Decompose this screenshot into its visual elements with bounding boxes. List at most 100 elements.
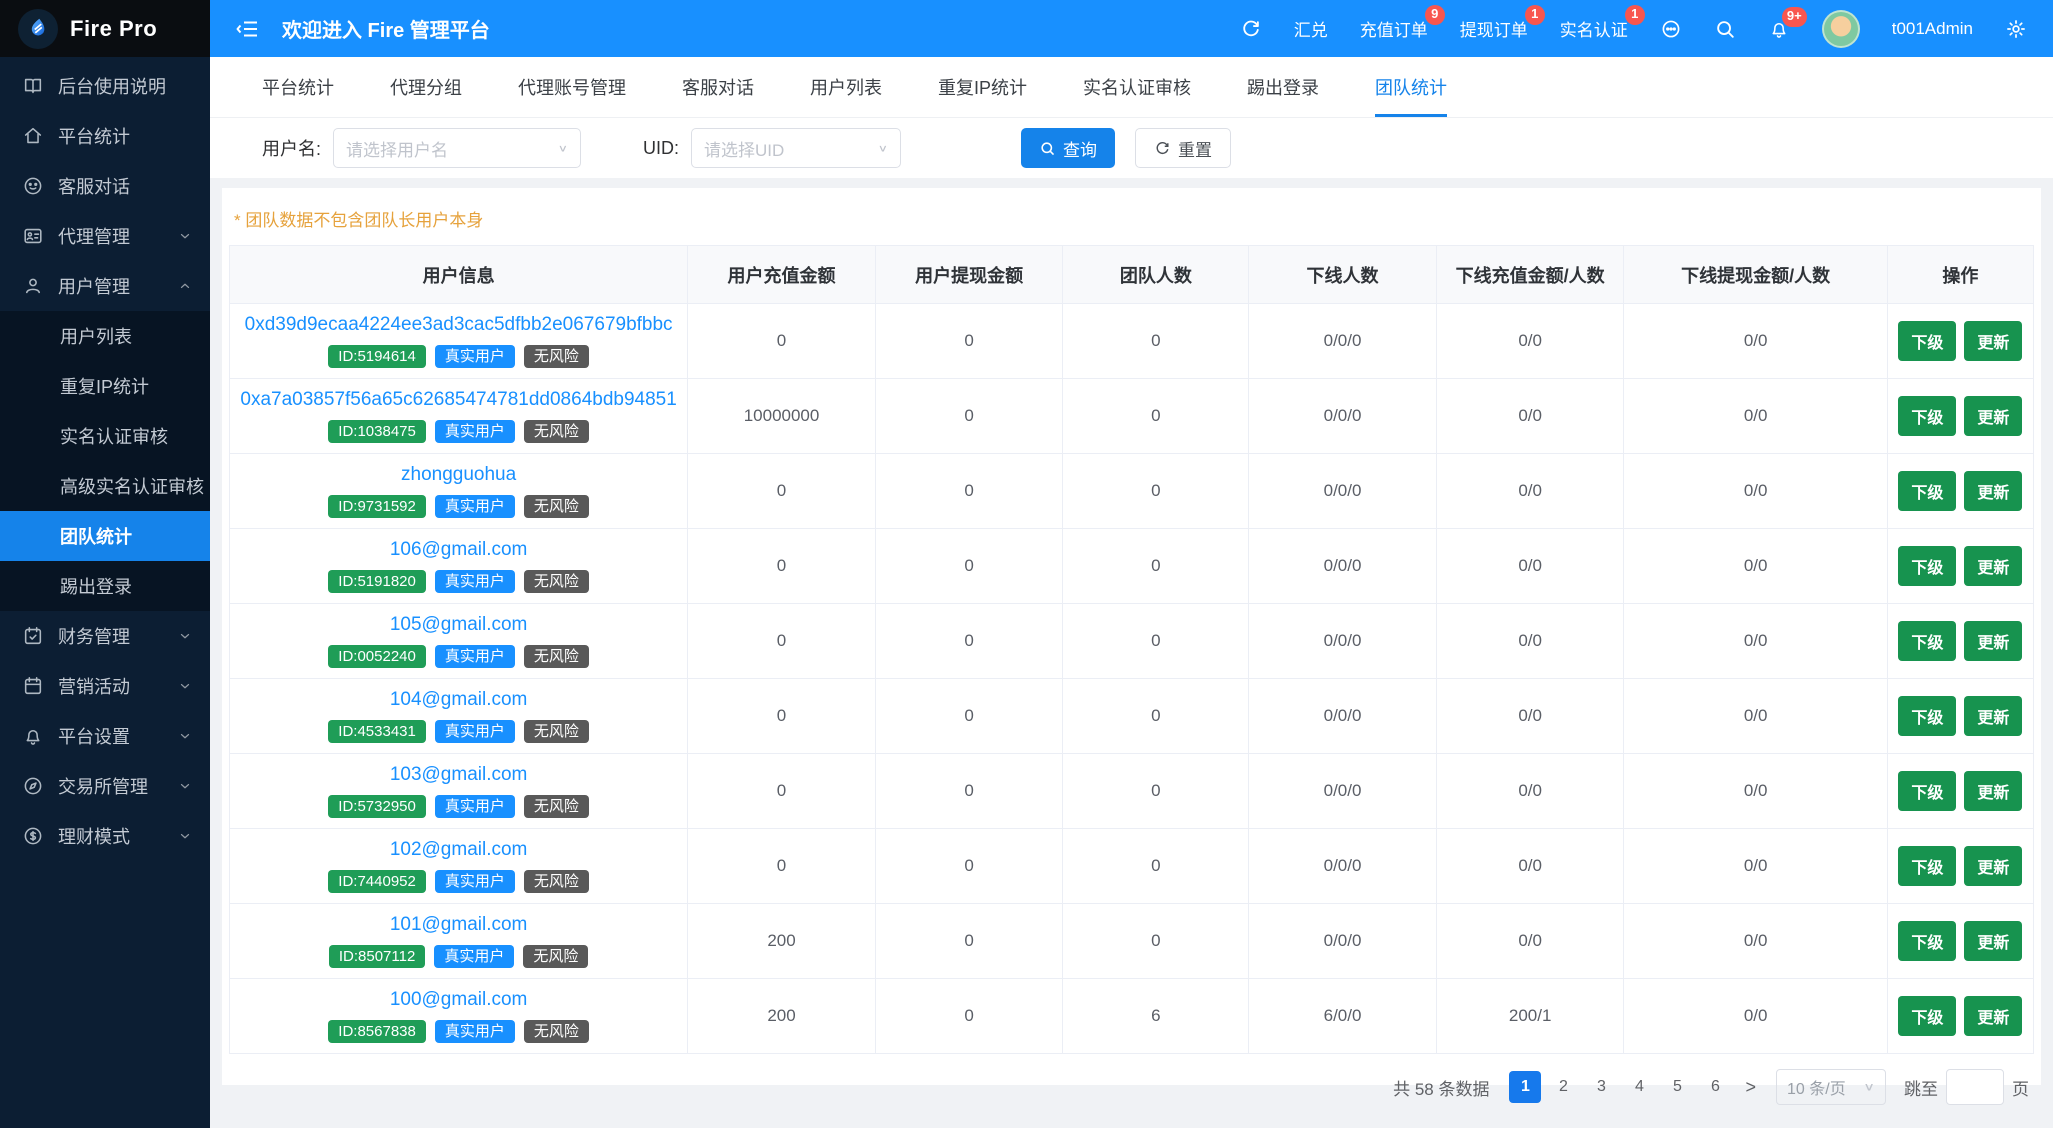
next-page-button[interactable]: > (1741, 1077, 1760, 1098)
value-cell: 0 (1062, 603, 1250, 679)
chevron-up-icon (178, 279, 192, 293)
sidebar-item-label: 代理管理 (58, 227, 130, 247)
value-cell: 0 (874, 753, 1064, 829)
tab-代理账号管理[interactable]: 代理账号管理 (518, 57, 626, 117)
header-link-充值订单[interactable]: 充值订单 9 (1360, 5, 1445, 41)
welcome-title: 欢迎进入 Fire 管理平台 (282, 20, 490, 42)
flame-icon (18, 8, 58, 49)
search-icon[interactable] (1714, 18, 1736, 40)
tab-用户列表[interactable]: 用户列表 (810, 57, 882, 117)
avatar[interactable] (1821, 9, 1860, 48)
tab-踢出登录[interactable]: 踢出登录 (1247, 57, 1319, 117)
no-risk-badge: 无风险 (523, 945, 589, 968)
page-number-5[interactable]: 5 (1661, 1071, 1693, 1103)
sidebar-subitem-用户列表[interactable]: 用户列表 (0, 311, 210, 361)
sidebar-subitem-重复IP统计[interactable]: 重复IP统计 (0, 361, 210, 411)
username-label[interactable]: t001Admin (1892, 19, 1973, 39)
header-link-实名认证[interactable]: 实名认证 1 (1559, 5, 1645, 41)
reset-button[interactable]: 重置 (1135, 128, 1232, 168)
tab-平台统计[interactable]: 平台统计 (262, 57, 334, 117)
subordinate-button[interactable]: 下级 (1898, 771, 1957, 811)
sidebar-item-label: 客服对话 (58, 177, 130, 197)
sidebar-item-用户管理[interactable]: 用户管理 (0, 261, 210, 311)
page-number-4[interactable]: 4 (1623, 1071, 1655, 1103)
refresh-icon[interactable] (1240, 18, 1262, 40)
update-button[interactable]: 更新 (1964, 996, 2023, 1036)
page-number-2[interactable]: 2 (1547, 1071, 1579, 1103)
update-button[interactable]: 更新 (1964, 621, 2023, 661)
sidebar-subitem-高级实名认证审核[interactable]: 高级实名认证审核 (0, 461, 210, 511)
update-button[interactable]: 更新 (1964, 771, 2023, 811)
sidebar-item-理财模式[interactable]: 理财模式 (0, 811, 210, 861)
sidebar-item-平台设置[interactable]: 平台设置 (0, 711, 210, 761)
page-number-6[interactable]: 6 (1699, 1071, 1731, 1103)
subordinate-button[interactable]: 下级 (1898, 546, 1957, 586)
username-link[interactable]: 106@gmail.com (390, 539, 528, 561)
tab-重复IP统计[interactable]: 重复IP统计 (938, 57, 1027, 117)
username-link[interactable]: 0xa7a03857f56a65c62685474781dd0864bdb948… (240, 389, 676, 411)
uid-select[interactable]: 请选择UID ∨ (691, 128, 902, 168)
tab-代理分组[interactable]: 代理分组 (390, 57, 462, 117)
header-item-label: 实名认证 (1559, 21, 1628, 40)
username-link[interactable]: 101@gmail.com (390, 914, 528, 936)
username-link[interactable]: 100@gmail.com (390, 989, 528, 1011)
jump-page-input[interactable] (1946, 1069, 2004, 1105)
header-link-提现订单[interactable]: 提现订单 1 (1460, 5, 1545, 41)
sidebar-item-平台统计[interactable]: 平台统计 (0, 111, 210, 161)
value-cell: 200/1 (1435, 978, 1625, 1054)
username-link[interactable]: 104@gmail.com (390, 689, 528, 711)
sidebar-subitem-实名认证审核[interactable]: 实名认证审核 (0, 411, 210, 461)
username-link[interactable]: 102@gmail.com (390, 839, 528, 861)
subordinate-button[interactable]: 下级 (1898, 396, 1957, 436)
tab-团队统计[interactable]: 团队统计 (1375, 57, 1448, 117)
subordinate-button[interactable]: 下级 (1898, 621, 1957, 661)
page-number-1[interactable]: 1 (1509, 1071, 1542, 1103)
value-cell: 0/0/0 (1248, 528, 1437, 604)
update-button[interactable]: 更新 (1964, 321, 2023, 361)
actions-cell: 下级 更新 (1886, 453, 2035, 529)
sidebar-subitem-团队统计[interactable]: 团队统计 (0, 511, 210, 561)
header-link-汇兑[interactable]: 汇兑 (1294, 16, 1328, 41)
username-link[interactable]: 103@gmail.com (390, 764, 528, 786)
value-cell: 0/0 (1435, 903, 1625, 979)
page-number-3[interactable]: 3 (1585, 1071, 1617, 1103)
username-select[interactable]: 请选择用户名 ∨ (333, 128, 582, 168)
sidebar-item-客服对话[interactable]: 客服对话 (0, 161, 210, 211)
username-link[interactable]: 0xd39d9ecaa4224ee3ad3cac5dfbb2e067679bfb… (245, 314, 673, 336)
value-cell: 0/0 (1623, 978, 1888, 1054)
sidebar-item-财务管理[interactable]: 财务管理 (0, 611, 210, 661)
tab-客服对话[interactable]: 客服对话 (682, 57, 754, 117)
sidebar-item-后台使用说明[interactable]: 后台使用说明 (0, 61, 210, 111)
sidebar-subitem-踢出登录[interactable]: 踢出登录 (0, 561, 210, 611)
tab-实名认证审核[interactable]: 实名认证审核 (1083, 57, 1191, 117)
refresh-icon (1156, 141, 1169, 154)
update-button[interactable]: 更新 (1964, 396, 2023, 436)
page-size-select[interactable]: 10 条/页 ∨ (1776, 1069, 1886, 1105)
subordinate-button[interactable]: 下级 (1898, 696, 1957, 736)
update-button[interactable]: 更新 (1964, 921, 2023, 961)
update-button[interactable]: 更新 (1964, 471, 2023, 511)
calendar-icon (22, 675, 44, 697)
sidebar-item-交易所管理[interactable]: 交易所管理 (0, 761, 210, 811)
username-link[interactable]: 105@gmail.com (390, 614, 528, 636)
sidebar-item-营销活动[interactable]: 营销活动 (0, 661, 210, 711)
sidebar-item-代理管理[interactable]: 代理管理 (0, 211, 210, 261)
bell-icon[interactable]: 9+ (1768, 6, 1807, 40)
subordinate-button[interactable]: 下级 (1898, 846, 1957, 886)
username-link[interactable]: zhongguohua (401, 464, 516, 486)
update-button[interactable]: 更新 (1964, 546, 2023, 586)
gear-icon[interactable] (2005, 18, 2027, 40)
subordinate-button[interactable]: 下级 (1898, 996, 1957, 1036)
value-cell: 0 (874, 903, 1064, 979)
sidebar-item-label: 平台设置 (58, 727, 130, 747)
actions-cell: 下级 更新 (1886, 603, 2035, 679)
update-button[interactable]: 更新 (1964, 696, 2023, 736)
menu-fold-icon[interactable] (236, 17, 260, 41)
subordinate-button[interactable]: 下级 (1898, 471, 1957, 511)
subordinate-button[interactable]: 下级 (1898, 921, 1957, 961)
update-button[interactable]: 更新 (1964, 846, 2023, 886)
chat-icon[interactable] (1660, 18, 1682, 40)
search-button[interactable]: 查询 (1021, 128, 1116, 168)
value-cell: 0/0 (1435, 378, 1625, 454)
subordinate-button[interactable]: 下级 (1898, 321, 1957, 361)
